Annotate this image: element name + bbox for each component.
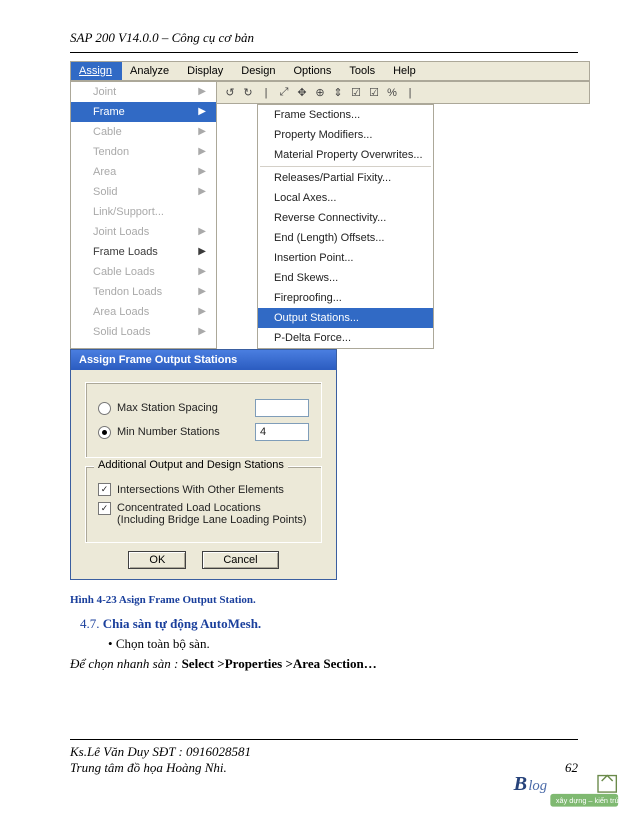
submenu-item[interactable]: Area▶ [71,162,216,182]
toolbar-icon[interactable]: % [385,87,399,99]
flyout-item[interactable]: Output Stations... [258,308,433,328]
ok-button[interactable]: OK [128,551,186,569]
chk-intersections[interactable]: ✓ [98,483,111,496]
submenu-item[interactable]: Cable▶ [71,122,216,142]
flyout-item[interactable]: Reverse Connectivity... [258,208,433,228]
dialog-title: Assign Frame Output Stations [71,350,336,370]
footer-rule [70,739,578,740]
flyout-item[interactable]: Local Axes... [258,188,433,208]
cancel-button[interactable]: Cancel [202,551,278,569]
menu-analyze[interactable]: Analyze [122,62,179,80]
svg-text:xây dựng – kiến trúc: xây dựng – kiến trúc [556,796,620,805]
svg-text:B: B [513,773,527,795]
toolbar-icon[interactable]: | [259,87,273,99]
logo: B log xây dựng – kiến trúc [510,768,620,816]
radio-min-stations-label: Min Number Stations [117,426,220,438]
menu-display[interactable]: Display [179,62,233,80]
submenu-item[interactable]: Area Loads▶ [71,302,216,322]
figure-caption: Hình 4-23 Asign Frame Output Station. [70,594,578,606]
toolbar-icon[interactable]: ⤢ [277,86,291,99]
radio-max-spacing[interactable] [98,402,111,415]
header-rule [70,52,578,53]
flyout-item[interactable]: End (Length) Offsets... [258,228,433,248]
chk-concentrated[interactable]: ✓ [98,502,111,515]
menu-assign[interactable]: Assign [71,62,122,80]
flyout-item[interactable]: Fireproofing... [258,288,433,308]
toolbar-icon[interactable]: ⇕ [331,86,345,99]
submenu-item[interactable]: Frame Loads▶ [71,242,216,262]
submenu-item[interactable]: Cable Loads▶ [71,262,216,282]
min-stations-input[interactable]: 4 [255,423,309,441]
svg-text:log: log [528,778,547,794]
tip-line: Để chọn nhanh sàn : Select >Properties >… [70,656,578,672]
frame-flyout: Frame Sections...Property Modifiers...Ma… [257,104,434,349]
dialog-output-stations: Assign Frame Output Stations Max Station… [70,349,337,580]
submenu-item[interactable]: Joint Loads▶ [71,222,216,242]
toolbar-icon[interactable]: ↺ [223,86,237,99]
toolbar-icon[interactable]: ✥ [295,86,309,99]
toolbar-icon[interactable]: ☑ [367,86,381,99]
menu-options[interactable]: Options [286,62,342,80]
assign-submenu: Joint▶Frame▶Cable▶Tendon▶Area▶Solid▶Link… [70,81,217,349]
menu-help[interactable]: Help [385,62,426,80]
radio-max-spacing-label: Max Station Spacing [117,402,218,414]
submenu-item[interactable]: Tendon▶ [71,142,216,162]
flyout-item[interactable]: Releases/Partial Fixity... [258,168,433,188]
submenu-item[interactable]: Frame▶ [71,102,216,122]
group-label: Additional Output and Design Stations [94,459,288,471]
chk-concentrated-label: Concentrated Load Locations (Including B… [117,502,307,526]
bullet-item: Chọn toàn bộ sàn. [108,636,578,652]
submenu-item[interactable]: Solid Loads▶ [71,322,216,342]
section-title: 4.7. Chia sàn tự động AutoMesh. [80,616,578,632]
submenu-item[interactable]: Joint▶ [71,82,216,102]
submenu-item[interactable]: Link/Support... [71,202,216,222]
screenshot: Assign Analyze Display Design Options To… [70,61,590,580]
radio-min-stations[interactable] [98,426,111,439]
page-header: SAP 200 V14.0.0 – Công cụ cơ bản [70,30,578,46]
flyout-item[interactable]: End Skews... [258,268,433,288]
chk-intersections-label: Intersections With Other Elements [117,484,284,496]
submenu-item[interactable]: Solid▶ [71,182,216,202]
menubar: Assign Analyze Display Design Options To… [70,61,590,81]
toolbar-icon[interactable]: ⊕ [313,86,327,99]
toolbar-icon[interactable]: ↻ [241,86,255,99]
menu-design[interactable]: Design [233,62,285,80]
flyout-item[interactable]: Property Modifiers... [258,125,433,145]
page-footer: Ks.Lê Văn Duy SĐT : 0916028581 Trung tâm… [70,739,578,776]
max-spacing-input[interactable] [255,399,309,417]
toolbar-icon[interactable]: | [403,87,417,99]
submenu-item[interactable]: Tendon Loads▶ [71,282,216,302]
menu-tools[interactable]: Tools [341,62,385,80]
flyout-item[interactable]: P-Delta Force... [258,328,433,348]
flyout-item[interactable]: Material Property Overwrites... [258,145,433,165]
toolbar-icon[interactable]: ☑ [349,86,363,99]
toolbar: ↺ ↻ | ⤢ ✥ ⊕ ⇕ ☑ ☑% | [217,81,590,104]
flyout-item[interactable]: Insertion Point... [258,248,433,268]
flyout-item[interactable]: Frame Sections... [258,105,433,125]
